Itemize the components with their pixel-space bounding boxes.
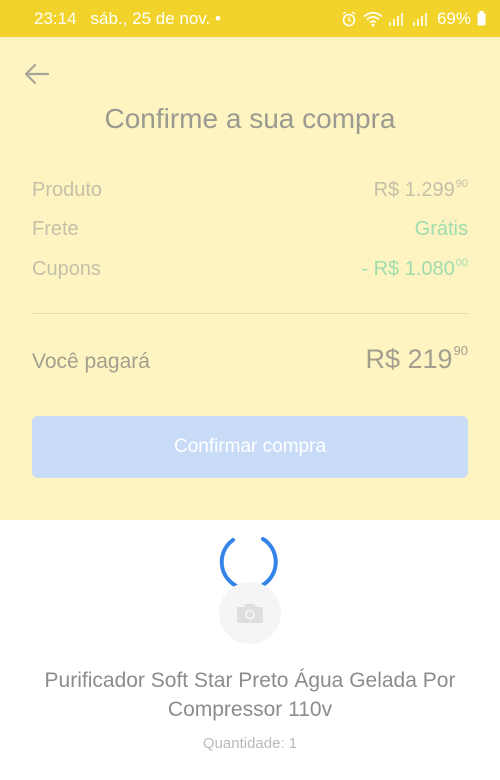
signal-icon: [412, 12, 427, 26]
product-image-placeholder: [219, 582, 281, 644]
shipping-label: Frete: [32, 218, 79, 240]
product-label: Produto: [32, 179, 103, 201]
coupons-label: Cupons: [32, 258, 101, 280]
shipping-value: Grátis: [414, 218, 468, 240]
wifi-icon: [363, 11, 383, 26]
total-price: R$ 21990: [365, 343, 468, 374]
total-label: Você pagará: [32, 350, 150, 373]
battery-percent: 69%: [436, 8, 471, 28]
summary-divider: [32, 313, 468, 314]
summary-row-coupons: Cupons - R$ 1.08000: [32, 257, 468, 281]
status-date: sáb., 25 de nov. •: [90, 8, 221, 28]
back-arrow-icon[interactable]: [24, 62, 50, 86]
camera-icon: [237, 604, 263, 623]
confirm-purchase-button[interactable]: Confirmar compra: [32, 416, 468, 478]
page-title: Confirme a sua compra: [104, 103, 396, 134]
product-name: Purificador Soft Star Preto Água Gelada …: [44, 669, 456, 721]
signal-icon: [388, 12, 403, 26]
battery-icon: [477, 11, 486, 26]
status-icons: 69%: [341, 9, 486, 29]
product-quantity: Quantidade: 1: [202, 735, 298, 752]
product-price: R$ 1.29990: [373, 178, 468, 201]
summary-row-product: Produto R$ 1.29990: [32, 178, 468, 202]
summary-row-total: Você pagará R$ 21990: [32, 343, 468, 375]
status-time: 23:14: [34, 8, 77, 28]
alarm-icon: [342, 10, 356, 26]
summary-row-shipping: Frete Grátis: [32, 218, 468, 241]
coupons-discount: - R$ 1.08000: [361, 257, 468, 280]
status-bar: 23:14 sáb., 25 de nov. • 69%: [0, 0, 500, 37]
purchase-confirmation-sheet: Confirme a sua compra Produto R$ 1.29990…: [0, 37, 500, 520]
